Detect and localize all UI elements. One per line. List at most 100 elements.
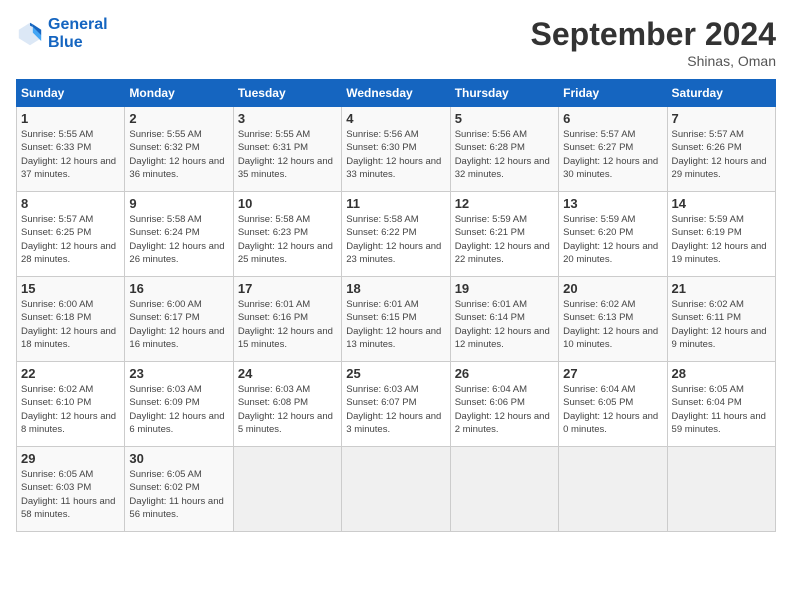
calendar-header-row: Sunday Monday Tuesday Wednesday Thursday…: [17, 80, 776, 107]
day-number: 20: [563, 281, 662, 296]
calendar-week-row: 29 Sunrise: 6:05 AM Sunset: 6:03 PM Dayl…: [17, 447, 776, 532]
table-row: [342, 447, 450, 532]
table-row: 11 Sunrise: 5:58 AM Sunset: 6:22 PM Dayl…: [342, 192, 450, 277]
day-info: Sunrise: 5:57 AM Sunset: 6:26 PM Dayligh…: [672, 128, 771, 181]
table-row: 27 Sunrise: 6:04 AM Sunset: 6:05 PM Dayl…: [559, 362, 667, 447]
table-row: 24 Sunrise: 6:03 AM Sunset: 6:08 PM Dayl…: [233, 362, 341, 447]
table-row: 29 Sunrise: 6:05 AM Sunset: 6:03 PM Dayl…: [17, 447, 125, 532]
day-info: Sunrise: 6:04 AM Sunset: 6:05 PM Dayligh…: [563, 383, 662, 436]
day-number: 25: [346, 366, 445, 381]
calendar-week-row: 8 Sunrise: 5:57 AM Sunset: 6:25 PM Dayli…: [17, 192, 776, 277]
table-row: 19 Sunrise: 6:01 AM Sunset: 6:14 PM Dayl…: [450, 277, 558, 362]
calendar-week-row: 1 Sunrise: 5:55 AM Sunset: 6:33 PM Dayli…: [17, 107, 776, 192]
logo: General Blue: [16, 16, 108, 51]
col-thursday: Thursday: [450, 80, 558, 107]
day-info: Sunrise: 5:56 AM Sunset: 6:30 PM Dayligh…: [346, 128, 445, 181]
day-number: 11: [346, 196, 445, 211]
day-info: Sunrise: 6:02 AM Sunset: 6:13 PM Dayligh…: [563, 298, 662, 351]
day-info: Sunrise: 6:05 AM Sunset: 6:04 PM Dayligh…: [672, 383, 771, 436]
table-row: 28 Sunrise: 6:05 AM Sunset: 6:04 PM Dayl…: [667, 362, 775, 447]
table-row: 6 Sunrise: 5:57 AM Sunset: 6:27 PM Dayli…: [559, 107, 667, 192]
title-block: September 2024 Shinas, Oman: [531, 16, 776, 69]
day-info: Sunrise: 6:05 AM Sunset: 6:02 PM Dayligh…: [129, 468, 228, 521]
day-info: Sunrise: 6:02 AM Sunset: 6:11 PM Dayligh…: [672, 298, 771, 351]
table-row: 5 Sunrise: 5:56 AM Sunset: 6:28 PM Dayli…: [450, 107, 558, 192]
calendar-body: 1 Sunrise: 5:55 AM Sunset: 6:33 PM Dayli…: [17, 107, 776, 532]
table-row: 30 Sunrise: 6:05 AM Sunset: 6:02 PM Dayl…: [125, 447, 233, 532]
day-number: 7: [672, 111, 771, 126]
day-number: 6: [563, 111, 662, 126]
table-row: 12 Sunrise: 5:59 AM Sunset: 6:21 PM Dayl…: [450, 192, 558, 277]
table-row: 14 Sunrise: 5:59 AM Sunset: 6:19 PM Dayl…: [667, 192, 775, 277]
table-row: 10 Sunrise: 5:58 AM Sunset: 6:23 PM Dayl…: [233, 192, 341, 277]
day-info: Sunrise: 6:05 AM Sunset: 6:03 PM Dayligh…: [21, 468, 120, 521]
table-row: 3 Sunrise: 5:55 AM Sunset: 6:31 PM Dayli…: [233, 107, 341, 192]
day-info: Sunrise: 6:01 AM Sunset: 6:15 PM Dayligh…: [346, 298, 445, 351]
day-info: Sunrise: 5:56 AM Sunset: 6:28 PM Dayligh…: [455, 128, 554, 181]
table-row: 8 Sunrise: 5:57 AM Sunset: 6:25 PM Dayli…: [17, 192, 125, 277]
page-container: General Blue September 2024 Shinas, Oman…: [0, 0, 792, 548]
day-number: 1: [21, 111, 120, 126]
table-row: 4 Sunrise: 5:56 AM Sunset: 6:30 PM Dayli…: [342, 107, 450, 192]
day-info: Sunrise: 6:03 AM Sunset: 6:08 PM Dayligh…: [238, 383, 337, 436]
day-info: Sunrise: 6:01 AM Sunset: 6:14 PM Dayligh…: [455, 298, 554, 351]
calendar-table: Sunday Monday Tuesday Wednesday Thursday…: [16, 79, 776, 532]
day-info: Sunrise: 5:59 AM Sunset: 6:20 PM Dayligh…: [563, 213, 662, 266]
day-info: Sunrise: 5:55 AM Sunset: 6:32 PM Dayligh…: [129, 128, 228, 181]
day-number: 24: [238, 366, 337, 381]
day-number: 22: [21, 366, 120, 381]
day-number: 19: [455, 281, 554, 296]
table-row: 23 Sunrise: 6:03 AM Sunset: 6:09 PM Dayl…: [125, 362, 233, 447]
table-row: 15 Sunrise: 6:00 AM Sunset: 6:18 PM Dayl…: [17, 277, 125, 362]
day-info: Sunrise: 6:01 AM Sunset: 6:16 PM Dayligh…: [238, 298, 337, 351]
day-info: Sunrise: 6:03 AM Sunset: 6:07 PM Dayligh…: [346, 383, 445, 436]
day-number: 5: [455, 111, 554, 126]
day-info: Sunrise: 5:57 AM Sunset: 6:25 PM Dayligh…: [21, 213, 120, 266]
day-number: 10: [238, 196, 337, 211]
day-number: 12: [455, 196, 554, 211]
table-row: 13 Sunrise: 5:59 AM Sunset: 6:20 PM Dayl…: [559, 192, 667, 277]
calendar-week-row: 15 Sunrise: 6:00 AM Sunset: 6:18 PM Dayl…: [17, 277, 776, 362]
month-title: September 2024: [531, 16, 776, 53]
day-number: 27: [563, 366, 662, 381]
day-number: 14: [672, 196, 771, 211]
day-number: 18: [346, 281, 445, 296]
day-number: 17: [238, 281, 337, 296]
day-number: 29: [21, 451, 120, 466]
table-row: 22 Sunrise: 6:02 AM Sunset: 6:10 PM Dayl…: [17, 362, 125, 447]
day-info: Sunrise: 6:03 AM Sunset: 6:09 PM Dayligh…: [129, 383, 228, 436]
table-row: 25 Sunrise: 6:03 AM Sunset: 6:07 PM Dayl…: [342, 362, 450, 447]
day-info: Sunrise: 6:00 AM Sunset: 6:18 PM Dayligh…: [21, 298, 120, 351]
day-number: 21: [672, 281, 771, 296]
logo-line2: Blue: [48, 34, 83, 51]
day-info: Sunrise: 5:55 AM Sunset: 6:31 PM Dayligh…: [238, 128, 337, 181]
day-number: 30: [129, 451, 228, 466]
logo-icon: [16, 20, 44, 48]
day-number: 3: [238, 111, 337, 126]
table-row: 9 Sunrise: 5:58 AM Sunset: 6:24 PM Dayli…: [125, 192, 233, 277]
table-row: 7 Sunrise: 5:57 AM Sunset: 6:26 PM Dayli…: [667, 107, 775, 192]
day-info: Sunrise: 5:57 AM Sunset: 6:27 PM Dayligh…: [563, 128, 662, 181]
col-sunday: Sunday: [17, 80, 125, 107]
calendar-week-row: 22 Sunrise: 6:02 AM Sunset: 6:10 PM Dayl…: [17, 362, 776, 447]
location: Shinas, Oman: [531, 53, 776, 69]
table-row: 21 Sunrise: 6:02 AM Sunset: 6:11 PM Dayl…: [667, 277, 775, 362]
day-info: Sunrise: 6:04 AM Sunset: 6:06 PM Dayligh…: [455, 383, 554, 436]
col-wednesday: Wednesday: [342, 80, 450, 107]
table-row: 16 Sunrise: 6:00 AM Sunset: 6:17 PM Dayl…: [125, 277, 233, 362]
day-info: Sunrise: 6:02 AM Sunset: 6:10 PM Dayligh…: [21, 383, 120, 436]
day-number: 16: [129, 281, 228, 296]
day-info: Sunrise: 5:58 AM Sunset: 6:22 PM Dayligh…: [346, 213, 445, 266]
table-row: [233, 447, 341, 532]
table-row: [559, 447, 667, 532]
day-info: Sunrise: 5:58 AM Sunset: 6:23 PM Dayligh…: [238, 213, 337, 266]
day-number: 8: [21, 196, 120, 211]
table-row: 18 Sunrise: 6:01 AM Sunset: 6:15 PM Dayl…: [342, 277, 450, 362]
day-number: 2: [129, 111, 228, 126]
col-saturday: Saturday: [667, 80, 775, 107]
page-header: General Blue September 2024 Shinas, Oman: [16, 16, 776, 69]
day-number: 15: [21, 281, 120, 296]
col-monday: Monday: [125, 80, 233, 107]
day-number: 23: [129, 366, 228, 381]
col-friday: Friday: [559, 80, 667, 107]
